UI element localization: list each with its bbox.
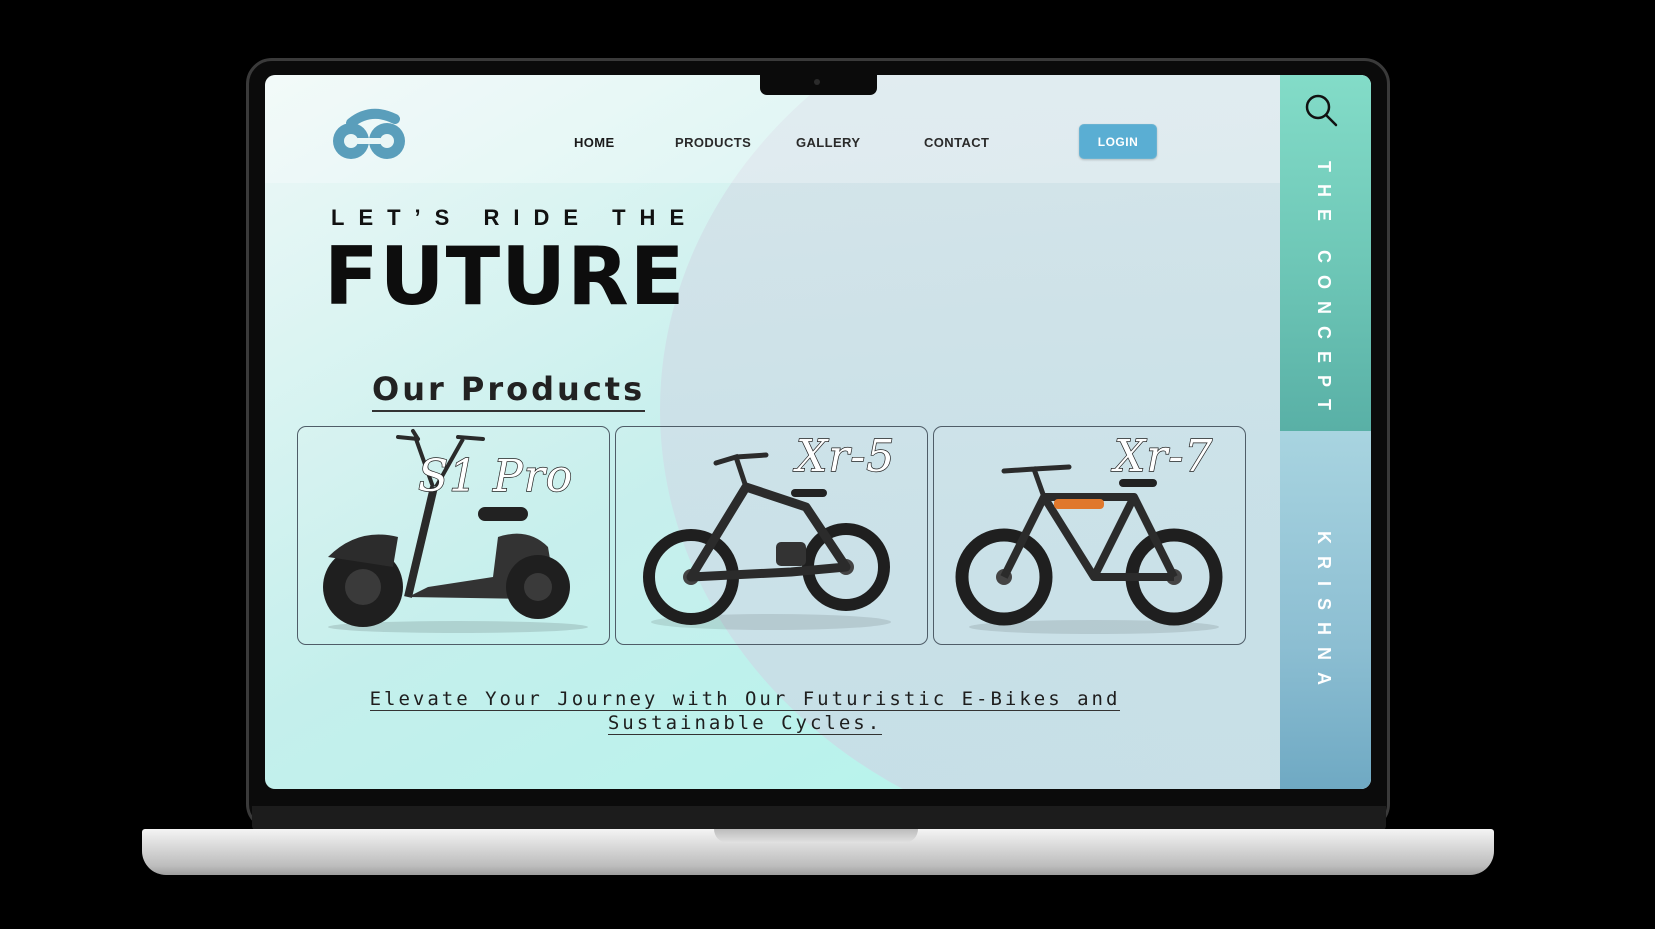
search-icon[interactable] xyxy=(1304,93,1338,127)
product-card-xr-5[interactable]: Xr-5 xyxy=(615,426,928,645)
products-heading: Our Products xyxy=(372,370,646,412)
product-name-xr-7: Xr-7 xyxy=(1113,430,1214,482)
hero-tagline: LET’S RIDE THE xyxy=(331,205,699,230)
hero-title: FUTURE xyxy=(324,230,686,323)
product-card-xr-7[interactable]: Xr-7 xyxy=(933,426,1246,645)
product-name-xr-5: Xr-5 xyxy=(795,430,896,482)
product-card-s1-pro[interactable]: S1 Pro xyxy=(297,426,610,645)
nav-home[interactable]: HOME xyxy=(574,135,615,150)
laptop-base xyxy=(142,829,1494,875)
side-text-krishna: KRISHNA xyxy=(1314,531,1334,698)
laptop-hinge xyxy=(252,806,1386,830)
nav-contact[interactable]: CONTACT xyxy=(924,135,989,150)
nav-gallery[interactable]: GALLERY xyxy=(796,135,860,150)
laptop-base-groove xyxy=(714,829,918,843)
camera-icon xyxy=(814,79,820,85)
product-name-s1-pro: S1 Pro xyxy=(417,450,574,502)
tagline-blurb: Elevate Your Journey with Our Futuristic… xyxy=(365,687,1125,735)
side-text-concept: THE CONCEPT xyxy=(1314,161,1334,423)
screen-notch xyxy=(760,75,877,95)
website-screen: HOME PRODUCTS GALLERY CONTACT LOGIN LET’… xyxy=(265,75,1371,789)
nav-products[interactable]: PRODUCTS xyxy=(675,135,751,150)
login-button[interactable]: LOGIN xyxy=(1079,124,1157,159)
blurb-line-2: Sustainable Cycles. xyxy=(607,712,883,735)
bike-logo-icon[interactable] xyxy=(331,107,411,163)
blurb-line-1: Elevate Your Journey with Our Futuristic… xyxy=(369,688,1121,711)
